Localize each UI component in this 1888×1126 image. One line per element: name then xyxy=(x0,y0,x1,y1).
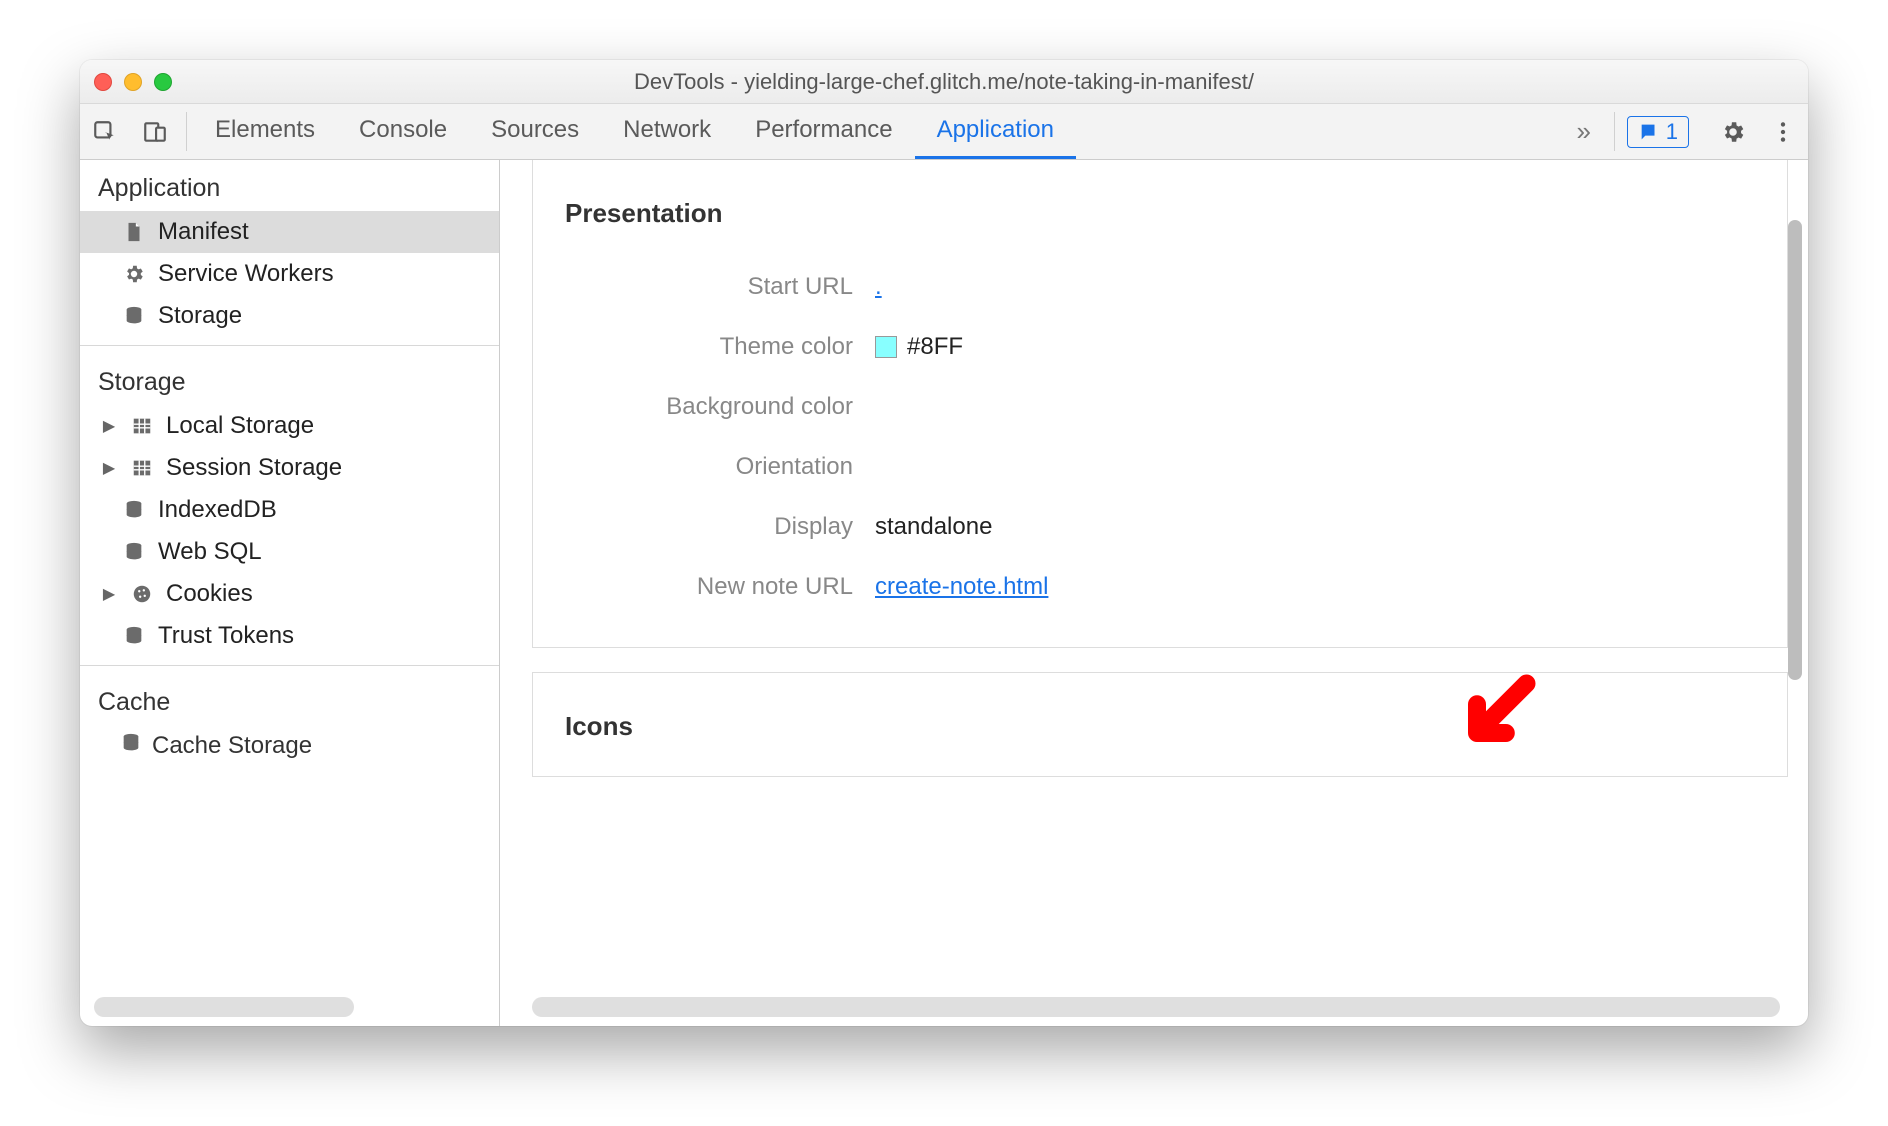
issues-count: 1 xyxy=(1666,119,1678,145)
sidebar-item-websql[interactable]: Web SQL xyxy=(80,531,499,573)
manifest-content: Presentation Start URL . Theme color #8F… xyxy=(500,160,1808,996)
tab-console[interactable]: Console xyxy=(337,104,469,159)
label-theme-color: Theme color xyxy=(545,333,875,361)
label-start-url: Start URL xyxy=(545,273,875,301)
icons-panel: Icons xyxy=(532,672,1788,777)
cookie-icon xyxy=(128,580,156,608)
sidebar-item-label: Storage xyxy=(158,302,242,330)
expand-arrow-icon[interactable]: ▶ xyxy=(100,458,118,478)
row-start-url: Start URL . xyxy=(545,257,1775,317)
database-icon xyxy=(120,622,148,650)
devtools-toolbar: Elements Console Sources Network Perform… xyxy=(80,104,1808,160)
sidebar-item-label: Manifest xyxy=(158,218,249,246)
minimize-window-button[interactable] xyxy=(124,73,142,91)
database-icon xyxy=(120,538,148,566)
section-application-title: Application xyxy=(80,160,499,211)
window-title: DevTools - yielding-large-chef.glitch.me… xyxy=(80,69,1808,95)
device-toggle-icon[interactable] xyxy=(130,104,180,159)
row-display: Display standalone xyxy=(545,497,1775,557)
sidebar-item-service-workers[interactable]: Service Workers xyxy=(80,253,499,295)
table-icon xyxy=(128,454,156,482)
tab-sources[interactable]: Sources xyxy=(469,104,601,159)
sidebar-item-label: Service Workers xyxy=(158,260,334,288)
presentation-panel: Presentation Start URL . Theme color #8F… xyxy=(532,160,1788,648)
new-note-url-link[interactable]: create-note.html xyxy=(875,573,1048,601)
tab-performance[interactable]: Performance xyxy=(733,104,914,159)
expand-arrow-icon[interactable]: ▶ xyxy=(100,584,118,604)
more-tabs-button[interactable]: » xyxy=(1560,104,1608,159)
sidebar-item-trust-tokens[interactable]: Trust Tokens xyxy=(80,615,499,657)
sidebar-item-label: Cookies xyxy=(166,580,253,608)
zoom-window-button[interactable] xyxy=(154,73,172,91)
sidebar-item-manifest[interactable]: Manifest xyxy=(80,211,499,253)
traffic-lights xyxy=(94,73,172,91)
database-icon xyxy=(120,496,148,524)
sidebar-item-label: Trust Tokens xyxy=(158,622,294,650)
application-sidebar: Application Manifest Service Workers Sto… xyxy=(80,160,500,996)
row-orientation: Orientation xyxy=(545,437,1775,497)
expand-arrow-icon[interactable]: ▶ xyxy=(100,416,118,436)
vertical-scrollbar[interactable] xyxy=(1788,220,1802,680)
separator xyxy=(186,112,187,151)
section-storage-title: Storage xyxy=(80,354,499,405)
bottom-scroll-area xyxy=(80,996,1808,1026)
gear-icon xyxy=(120,260,148,288)
theme-color-value: #8FF xyxy=(907,333,963,361)
sidebar-item-cookies[interactable]: ▶ Cookies xyxy=(80,573,499,615)
sidebar-item-storage[interactable]: Storage xyxy=(80,295,499,337)
close-window-button[interactable] xyxy=(94,73,112,91)
kebab-menu-icon[interactable] xyxy=(1758,119,1808,145)
row-new-note-url: New note URL create-note.html xyxy=(545,557,1775,617)
tab-elements[interactable]: Elements xyxy=(193,104,337,159)
devtools-tabs: Elements Console Sources Network Perform… xyxy=(193,104,1560,159)
window-titlebar: DevTools - yielding-large-chef.glitch.me… xyxy=(80,60,1808,104)
sidebar-item-label: Local Storage xyxy=(166,412,314,440)
row-theme-color: Theme color #8FF xyxy=(545,317,1775,377)
label-orientation: Orientation xyxy=(545,453,875,481)
database-icon xyxy=(120,302,148,330)
sidebar-item-local-storage[interactable]: ▶ Local Storage xyxy=(80,405,499,447)
icons-title: Icons xyxy=(545,703,1775,746)
row-background-color: Background color xyxy=(545,377,1775,437)
table-icon xyxy=(128,412,156,440)
sidebar-item-cache-storage[interactable]: Cache Storage xyxy=(80,725,499,767)
sidebar-item-indexeddb[interactable]: IndexedDB xyxy=(80,489,499,531)
tab-application[interactable]: Application xyxy=(915,104,1076,159)
sidebar-item-label: Session Storage xyxy=(166,454,342,482)
sidebar-h-scrollbar[interactable] xyxy=(94,997,354,1017)
section-cache-title: Cache xyxy=(80,674,499,725)
tab-network[interactable]: Network xyxy=(601,104,733,159)
sidebar-item-label: Web SQL xyxy=(158,538,262,566)
theme-color-swatch xyxy=(875,336,897,358)
display-value: standalone xyxy=(875,513,992,541)
issues-badge[interactable]: 1 xyxy=(1627,116,1689,148)
start-url-link[interactable]: . xyxy=(875,273,882,301)
sidebar-item-label: IndexedDB xyxy=(158,496,277,524)
inspect-element-icon[interactable] xyxy=(80,104,130,159)
file-icon xyxy=(120,218,148,246)
database-icon xyxy=(120,732,142,761)
presentation-title: Presentation xyxy=(545,190,1775,257)
separator xyxy=(1614,112,1615,151)
sidebar-item-label: Cache Storage xyxy=(152,732,312,760)
content-h-scrollbar[interactable] xyxy=(532,997,1780,1017)
label-background-color: Background color xyxy=(545,393,875,421)
label-display: Display xyxy=(545,513,875,541)
settings-icon[interactable] xyxy=(1708,119,1758,145)
sidebar-item-session-storage[interactable]: ▶ Session Storage xyxy=(80,447,499,489)
label-new-note-url: New note URL xyxy=(545,573,875,601)
